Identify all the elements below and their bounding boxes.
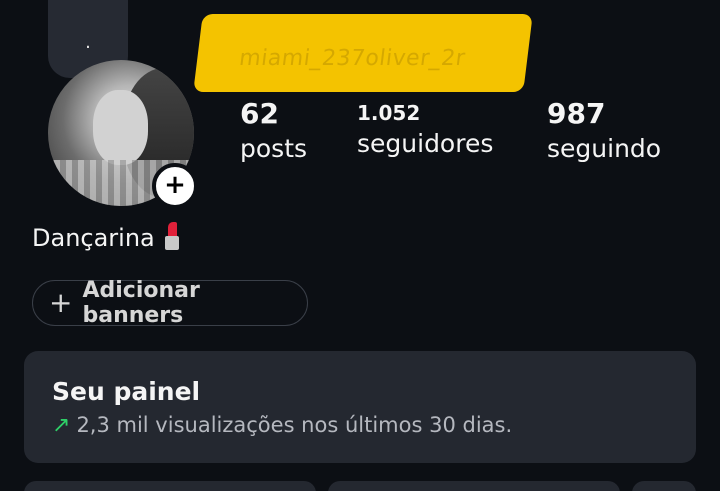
- followers-stat[interactable]: 1.052 seguidores: [357, 100, 493, 162]
- following-count: 987: [547, 97, 606, 130]
- following-label: seguindo: [547, 134, 662, 163]
- posts-label: posts: [240, 134, 308, 163]
- dashboard-subtitle-row: ↗ 2,3 mil visualizações nos últimos 30 di…: [52, 413, 512, 438]
- dashboard-title: Seu painel: [52, 377, 201, 406]
- arrow-up-right-icon: ↗: [52, 413, 71, 438]
- dashboard-card[interactable]: Seu painel ↗ 2,3 mil visualizações nos úl…: [24, 351, 696, 463]
- redacted-username: miami_237oliver_2r: [193, 14, 533, 92]
- profile-bio: Dançarina: [32, 222, 179, 254]
- plus-icon: +: [49, 286, 73, 319]
- note-text: .: [85, 32, 91, 53]
- action-button-share-profile[interactable]: [328, 481, 620, 491]
- posts-stat[interactable]: 62 posts: [240, 97, 307, 167]
- add-banners-button[interactable]: + Adicionar banners: [32, 278, 308, 328]
- add-banners-label: Adicionar banners: [82, 278, 200, 328]
- posts-count: 62: [240, 97, 279, 130]
- lipstick-icon: [164, 222, 179, 252]
- dashboard-subtitle: 2,3 mil visualizações nos últimos 30 dia…: [76, 413, 513, 437]
- profile-screen: . + miami_237oliver_2r 62 posts 1.052 se…: [0, 0, 720, 491]
- username-text: miami_237oliver_2r: [237, 46, 467, 71]
- action-button-add-person[interactable]: [632, 481, 696, 491]
- bio-text: Dançarina: [32, 224, 155, 252]
- followers-count: 1.052: [357, 101, 421, 125]
- following-stat[interactable]: 987 seguindo: [547, 97, 661, 167]
- followers-label: seguidores: [357, 129, 494, 158]
- action-button-edit-profile[interactable]: [24, 481, 316, 491]
- add-story-plus-icon[interactable]: +: [152, 163, 198, 209]
